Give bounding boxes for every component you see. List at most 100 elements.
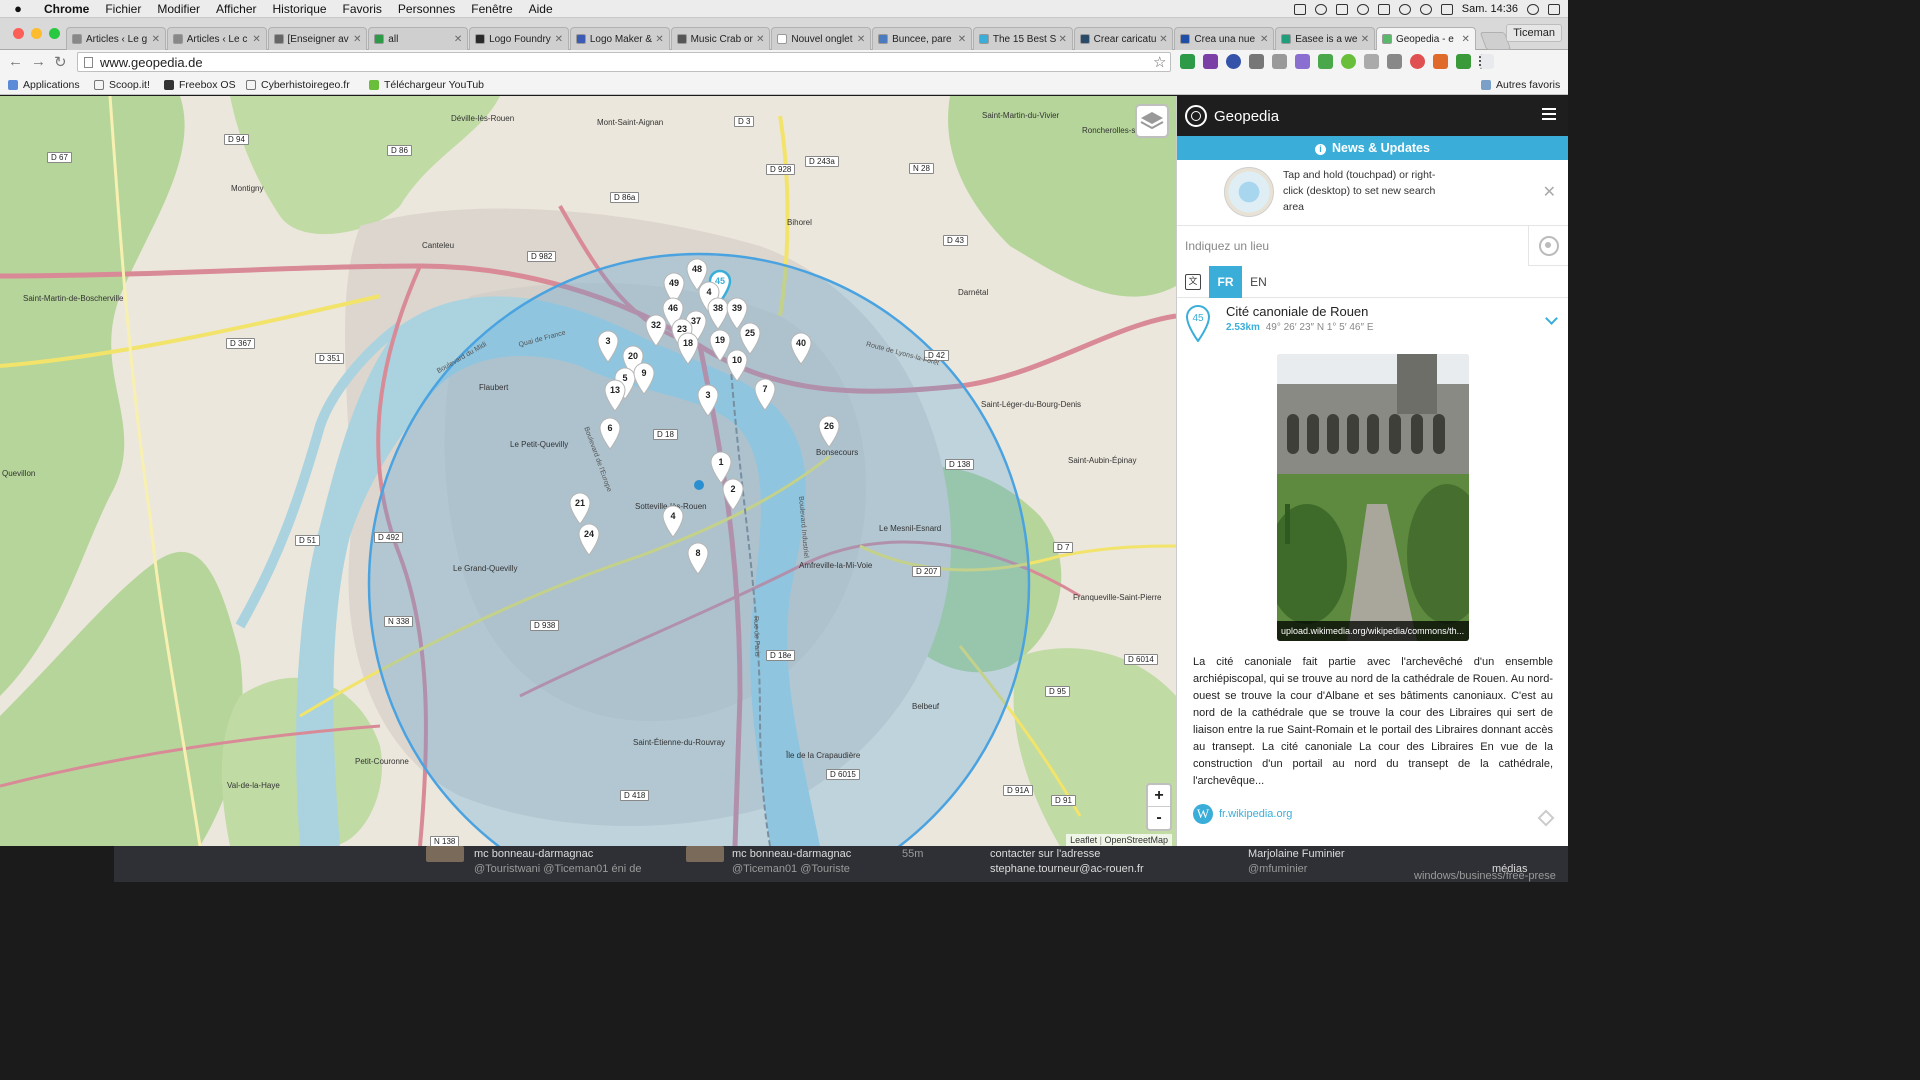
extension-icon[interactable] [1180, 54, 1195, 69]
map-marker[interactable]: 4 [660, 504, 686, 538]
zoom-window-button[interactable] [49, 28, 60, 39]
map-marker[interactable]: 26 [816, 414, 842, 448]
photo-caption[interactable]: upload.wikimedia.org/wikipedia/commons/t… [1277, 621, 1469, 641]
menu-aide[interactable]: Aide [521, 2, 561, 16]
translate-icon[interactable]: 文 [1177, 266, 1209, 298]
reload-icon[interactable]: ↻ [54, 53, 67, 71]
lock-status-icon[interactable] [1314, 3, 1327, 15]
browser-tab[interactable]: Crea una nue ✕ [1174, 27, 1275, 50]
news-updates-bar[interactable]: i News & Updates [1177, 136, 1568, 160]
apple-menu-icon[interactable]: ● [0, 1, 36, 16]
tab-close-icon[interactable]: ✕ [452, 34, 464, 45]
tab-close-icon[interactable]: ✕ [1157, 34, 1169, 45]
chevron-down-icon[interactable] [1545, 312, 1558, 325]
menubar-clock[interactable]: Sam. 14:36 [1462, 3, 1518, 15]
timemachine-icon[interactable] [1398, 3, 1411, 15]
tab-close-icon[interactable]: ✕ [1258, 34, 1270, 45]
tab-close-icon[interactable]: ✕ [1460, 34, 1472, 45]
place-search-input[interactable] [1177, 226, 1529, 266]
lang-fr-button[interactable]: FR [1209, 265, 1242, 298]
extension-icon[interactable] [1341, 54, 1356, 69]
map-marker[interactable]: 24 [576, 522, 602, 556]
map-marker[interactable]: 18 [675, 331, 701, 365]
menu-afficher[interactable]: Afficher [208, 2, 264, 16]
map-marker[interactable]: 8 [685, 541, 711, 575]
tab-close-icon[interactable]: ✕ [351, 34, 363, 45]
display-icon[interactable] [1377, 3, 1390, 15]
map-marker[interactable]: 2 [720, 477, 746, 511]
map-marker[interactable]: 3 [695, 383, 721, 417]
profile-button[interactable]: Ticeman [1506, 24, 1562, 42]
tab-close-icon[interactable]: ✕ [855, 34, 867, 45]
hamburger-menu-icon[interactable] [1542, 108, 1556, 120]
bookmark-youtube-downloader[interactable]: Téléchargeur YouTub [369, 79, 484, 91]
tab-close-icon[interactable]: ✕ [1359, 34, 1371, 45]
browser-tab[interactable]: all ✕ [368, 27, 469, 50]
browser-tab[interactable]: The 15 Best S ✕ [972, 27, 1073, 50]
article-photo[interactable]: upload.wikimedia.org/wikipedia/commons/t… [1277, 354, 1469, 641]
forward-arrow-icon[interactable]: → [31, 53, 46, 70]
back-arrow-icon[interactable]: ← [8, 53, 23, 70]
bookmark-applications[interactable]: Applications [8, 79, 80, 91]
map-tiles[interactable] [0, 96, 1176, 846]
directions-icon[interactable] [1537, 809, 1555, 827]
browser-tab[interactable]: Articles ‹ Le c ✕ [166, 27, 267, 50]
extension-icon[interactable] [1410, 54, 1425, 69]
article-title[interactable]: Cité canoniale de Rouen [1226, 304, 1368, 319]
browser-tab[interactable]: Buncee, pare ✕ [872, 27, 972, 50]
lang-en-button[interactable]: EN [1242, 266, 1275, 298]
menu-app-chrome[interactable]: Chrome [36, 2, 97, 16]
osm-link[interactable]: OpenStreetMap [1104, 835, 1168, 845]
tab-close-icon[interactable]: ✕ [251, 34, 263, 45]
extension-icon[interactable] [1249, 54, 1264, 69]
zoom-out-button[interactable]: - [1148, 807, 1170, 829]
tab-close-icon[interactable]: ✕ [150, 34, 162, 45]
extension-icon[interactable] [1318, 54, 1333, 69]
dropbox-icon[interactable] [1335, 3, 1348, 15]
address-bar[interactable]: www.geopedia.de [77, 52, 1171, 72]
browser-tab[interactable]: Logo Maker & ✕ [569, 27, 670, 50]
download-status-icon[interactable] [1293, 3, 1306, 15]
notification-center-icon[interactable] [1548, 3, 1560, 15]
bookmark-other-favorites[interactable]: Autres favoris [1481, 79, 1560, 91]
map-marker[interactable]: 32 [643, 313, 669, 347]
browser-tab[interactable]: Logo Foundry ✕ [469, 27, 569, 50]
close-window-button[interactable] [13, 28, 24, 39]
volume-icon[interactable] [1440, 3, 1453, 15]
map-marker[interactable]: 21 [567, 491, 593, 525]
browser-tab[interactable]: Geopedia - e ✕ [1375, 27, 1476, 50]
pen-icon[interactable] [1295, 54, 1310, 69]
map-marker[interactable]: 7 [752, 377, 778, 411]
browser-tab[interactable]: Articles ‹ Le g ✕ [66, 27, 166, 50]
leaflet-link[interactable]: Leaflet [1070, 835, 1097, 845]
onenote-icon[interactable] [1203, 54, 1218, 69]
menu-fichier[interactable]: Fichier [97, 2, 149, 16]
spotlight-search-icon[interactable] [1527, 3, 1539, 15]
menu-personnes[interactable]: Personnes [390, 2, 463, 16]
tab-close-icon[interactable]: ✕ [654, 34, 666, 45]
tab-close-icon[interactable]: ✕ [553, 34, 565, 45]
drive-icon[interactable] [1356, 3, 1369, 15]
camera-icon[interactable] [1272, 54, 1287, 69]
chrome-menu-icon[interactable] [1479, 54, 1494, 69]
locate-me-icon[interactable] [1528, 226, 1568, 266]
wifi-icon[interactable] [1419, 3, 1432, 15]
bookmark-cyberhistoiregeo[interactable]: Cyberhistoiregeo.fr [246, 79, 350, 91]
map-marker[interactable]: 13 [602, 378, 628, 412]
map-marker[interactable]: 40 [788, 331, 814, 365]
tab-close-icon[interactable]: ✕ [754, 34, 766, 45]
extension-icon[interactable] [1364, 54, 1379, 69]
menu-modifier[interactable]: Modifier [149, 2, 208, 16]
close-icon[interactable]: ✕ [1543, 182, 1556, 202]
minimize-window-button[interactable] [31, 28, 42, 39]
browser-tab[interactable]: Easee is a we ✕ [1275, 27, 1375, 50]
browser-tab[interactable]: [Enseigner av ✕ [267, 27, 368, 50]
map-marker[interactable]: 10 [724, 348, 750, 382]
map-view[interactable]: Déville-lès-Rouen Mont-Saint-Aignan Saint-… [0, 96, 1176, 846]
extension-icon[interactable] [1387, 54, 1402, 69]
extension-icon[interactable] [1456, 54, 1471, 69]
browser-tab[interactable]: Nouvel onglet ✕ [771, 27, 872, 50]
map-marker[interactable]: 9 [631, 361, 657, 395]
extension-icon[interactable] [1433, 54, 1448, 69]
menu-historique[interactable]: Historique [265, 2, 335, 16]
